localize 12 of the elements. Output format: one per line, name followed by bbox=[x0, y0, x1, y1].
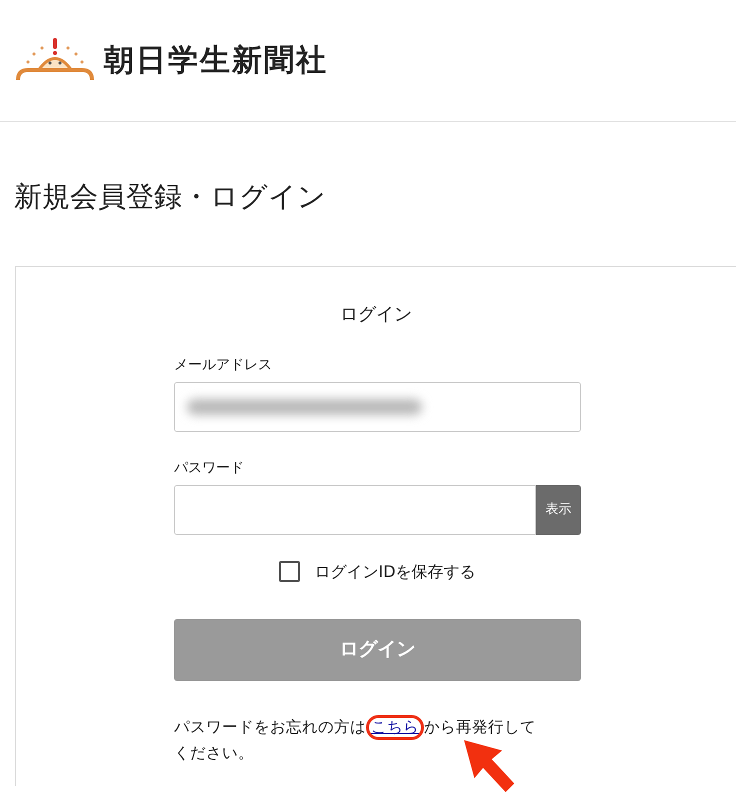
reissue-link[interactable]: こちら bbox=[371, 718, 419, 736]
forgot-password-text: パスワードをお忘れの方は こちら から再発行してください。 bbox=[174, 714, 542, 766]
show-password-button[interactable]: 表示 bbox=[536, 484, 581, 535]
remember-label: ログインIDを保存する bbox=[314, 560, 476, 583]
page-title: 新規会員登録・ログイン bbox=[14, 180, 327, 214]
password-field[interactable] bbox=[174, 484, 536, 535]
password-label: パスワード bbox=[174, 458, 245, 478]
login-heading: ログイン bbox=[339, 302, 413, 327]
email-label: メールアドレス bbox=[174, 356, 273, 375]
remember-checkbox[interactable] bbox=[279, 561, 300, 582]
logo-text: 朝日学生新聞社 bbox=[104, 42, 328, 80]
email-field[interactable] bbox=[174, 382, 581, 432]
